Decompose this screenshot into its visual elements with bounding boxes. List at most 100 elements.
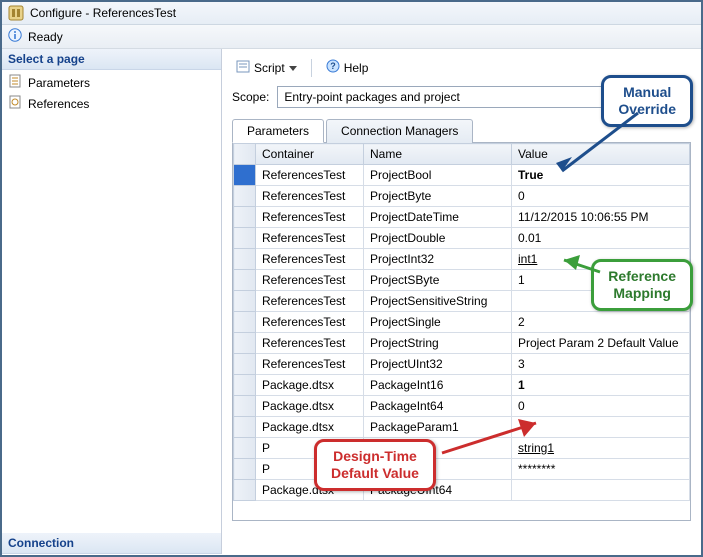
script-button[interactable]: Script <box>232 57 301 78</box>
table-row[interactable]: Package.dtsxPackageInt640 <box>234 396 690 417</box>
cell-value[interactable]: ******** <box>512 459 690 480</box>
row-header[interactable] <box>234 417 256 438</box>
tab-connection-managers[interactable]: Connection Managers <box>326 119 473 143</box>
table-row[interactable]: ReferencesTestProjectUInt323 <box>234 354 690 375</box>
page-icon <box>8 74 22 91</box>
cell-name[interactable]: ProjectInt32 <box>364 249 512 270</box>
sidebar-item-label: Parameters <box>28 76 90 90</box>
page-icon <box>8 95 22 112</box>
cell-container[interactable]: ReferencesTest <box>256 270 364 291</box>
cell-value[interactable]: 0.01 <box>512 228 690 249</box>
cell-container[interactable]: ReferencesTest <box>256 186 364 207</box>
cell-value[interactable]: 3 <box>512 354 690 375</box>
cell-name[interactable]: ProjectDouble <box>364 228 512 249</box>
row-header[interactable] <box>234 228 256 249</box>
window-title: Configure - ReferencesTest <box>30 6 176 20</box>
cell-name[interactable]: PackageInt16 <box>364 375 512 396</box>
sidebar-item-parameters[interactable]: Parameters <box>2 72 221 93</box>
script-icon <box>236 59 250 76</box>
table-row[interactable]: ReferencesTestProjectBoolTrue <box>234 165 690 186</box>
cell-container[interactable]: ReferencesTest <box>256 249 364 270</box>
status-text: Ready <box>28 30 63 44</box>
svg-text:?: ? <box>330 61 336 71</box>
main-panel: Script ? Help Scope: Parameters Connecti… <box>222 49 701 554</box>
cell-name[interactable]: ProjectSensitiveString <box>364 291 512 312</box>
table-row[interactable]: ReferencesTestProjectStringProject Param… <box>234 333 690 354</box>
row-header[interactable] <box>234 438 256 459</box>
row-header[interactable] <box>234 207 256 228</box>
row-header[interactable] <box>234 165 256 186</box>
table-row[interactable]: Pstring1 <box>234 438 690 459</box>
sidebar-item-references[interactable]: References <box>2 93 221 114</box>
table-row[interactable]: Package.dtsxPackageUInt64 <box>234 480 690 501</box>
callout-design-default: Design-Time Default Value <box>314 439 436 491</box>
table-row[interactable]: Package.dtsxPackageInt161 <box>234 375 690 396</box>
cell-value[interactable]: -1 <box>512 417 690 438</box>
cell-value[interactable]: True <box>512 165 690 186</box>
table-row[interactable]: ReferencesTestProjectSingle2 <box>234 312 690 333</box>
corner-cell <box>234 144 256 165</box>
row-header[interactable] <box>234 249 256 270</box>
cell-name[interactable]: ProjectUInt32 <box>364 354 512 375</box>
column-header-value[interactable]: Value <box>512 144 690 165</box>
cell-value[interactable]: string1 <box>512 438 690 459</box>
row-header[interactable] <box>234 333 256 354</box>
connection-header: Connection <box>2 533 221 554</box>
column-header-name[interactable]: Name <box>364 144 512 165</box>
cell-container[interactable]: ReferencesTest <box>256 165 364 186</box>
cell-name[interactable]: ProjectSingle <box>364 312 512 333</box>
cell-name[interactable]: PackageParam1 <box>364 417 512 438</box>
row-header[interactable] <box>234 354 256 375</box>
sidebar-item-label: References <box>28 97 89 111</box>
table-row[interactable]: Package.dtsxPackageParam1-1 <box>234 417 690 438</box>
row-header[interactable] <box>234 396 256 417</box>
cell-name[interactable]: ProjectDateTime <box>364 207 512 228</box>
chevron-down-icon <box>289 61 297 75</box>
row-header[interactable] <box>234 312 256 333</box>
cell-value[interactable]: 2 <box>512 312 690 333</box>
script-label: Script <box>254 61 285 75</box>
table-row[interactable]: PeString******** <box>234 459 690 480</box>
cell-name[interactable]: ProjectBool <box>364 165 512 186</box>
table-row[interactable]: ReferencesTestProjectDouble0.01 <box>234 228 690 249</box>
cell-container[interactable]: ReferencesTest <box>256 228 364 249</box>
status-bar: Ready <box>2 25 701 49</box>
cell-container[interactable]: ReferencesTest <box>256 354 364 375</box>
cell-name[interactable]: ProjectSByte <box>364 270 512 291</box>
cell-container[interactable]: Package.dtsx <box>256 417 364 438</box>
row-header[interactable] <box>234 291 256 312</box>
help-button[interactable]: ? Help <box>322 57 373 78</box>
row-header[interactable] <box>234 480 256 501</box>
cell-value[interactable]: 11/12/2015 10:06:55 PM <box>512 207 690 228</box>
cell-value[interactable]: Project Param 2 Default Value <box>512 333 690 354</box>
cell-container[interactable]: ReferencesTest <box>256 312 364 333</box>
callout-manual-override: Manual Override <box>601 75 693 127</box>
cell-value[interactable]: 0 <box>512 396 690 417</box>
cell-container[interactable]: ReferencesTest <box>256 333 364 354</box>
cell-container[interactable]: Package.dtsx <box>256 396 364 417</box>
row-header[interactable] <box>234 186 256 207</box>
help-icon: ? <box>326 59 340 76</box>
table-row[interactable]: ReferencesTestProjectByte0 <box>234 186 690 207</box>
callout-reference-mapping: Reference Mapping <box>591 259 693 311</box>
tab-parameters[interactable]: Parameters <box>232 119 324 143</box>
parameters-grid: Container Name Value ReferencesTestProje… <box>232 143 691 521</box>
column-header-container[interactable]: Container <box>256 144 364 165</box>
cell-name[interactable]: ProjectString <box>364 333 512 354</box>
cell-value[interactable]: 0 <box>512 186 690 207</box>
cell-container[interactable]: Package.dtsx <box>256 375 364 396</box>
cell-value[interactable] <box>512 480 690 501</box>
toolbar-separator <box>311 59 312 77</box>
row-header[interactable] <box>234 459 256 480</box>
cell-container[interactable]: ReferencesTest <box>256 291 364 312</box>
app-icon <box>8 5 24 21</box>
title-bar: Configure - ReferencesTest <box>2 2 701 25</box>
info-icon <box>8 28 22 45</box>
row-header[interactable] <box>234 270 256 291</box>
cell-container[interactable]: ReferencesTest <box>256 207 364 228</box>
row-header[interactable] <box>234 375 256 396</box>
cell-name[interactable]: PackageInt64 <box>364 396 512 417</box>
table-row[interactable]: ReferencesTestProjectDateTime11/12/2015 … <box>234 207 690 228</box>
cell-name[interactable]: ProjectByte <box>364 186 512 207</box>
cell-value[interactable]: 1 <box>512 375 690 396</box>
